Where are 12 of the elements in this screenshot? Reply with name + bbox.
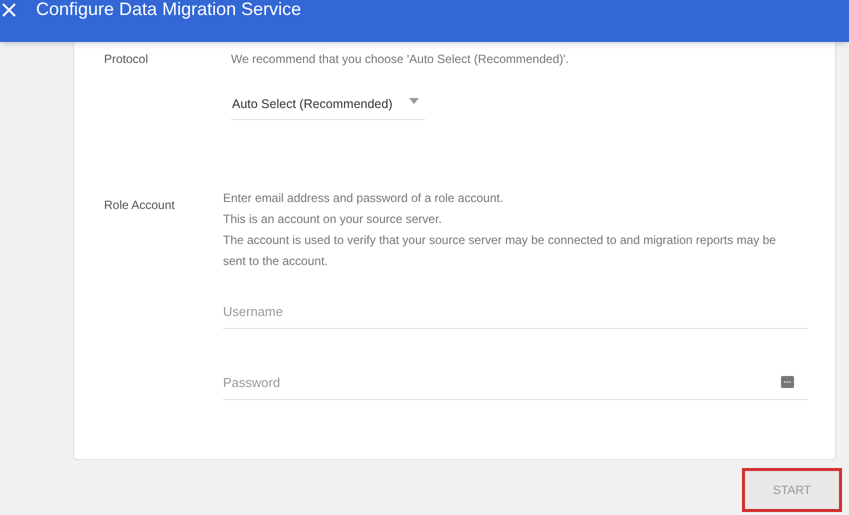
description-text: Enter email address and password of a role account. — [223, 190, 504, 207]
description-text: The account is used to verify that your source server may be connected to and migration reports may be sent to the account. — [223, 232, 777, 270]
field-label: Protocol — [104, 51, 150, 68]
username-field[interactable]: Username — [223, 294, 808, 329]
close-icon[interactable] — [2, 3, 16, 17]
description-text: We recommend that you choose 'Auto Select (Recommended)'. — [231, 51, 569, 68]
dropdown-arrow-icon — [409, 98, 419, 104]
description-text: This is an account on your source server. — [223, 211, 443, 228]
window-title: Configure Data Migration Service — [36, 0, 302, 18]
field-label: Role Account — [104, 197, 176, 214]
protocol-dropdown[interactable]: Auto Select (Recommended) — [231, 90, 425, 120]
key-icon — [781, 376, 794, 388]
